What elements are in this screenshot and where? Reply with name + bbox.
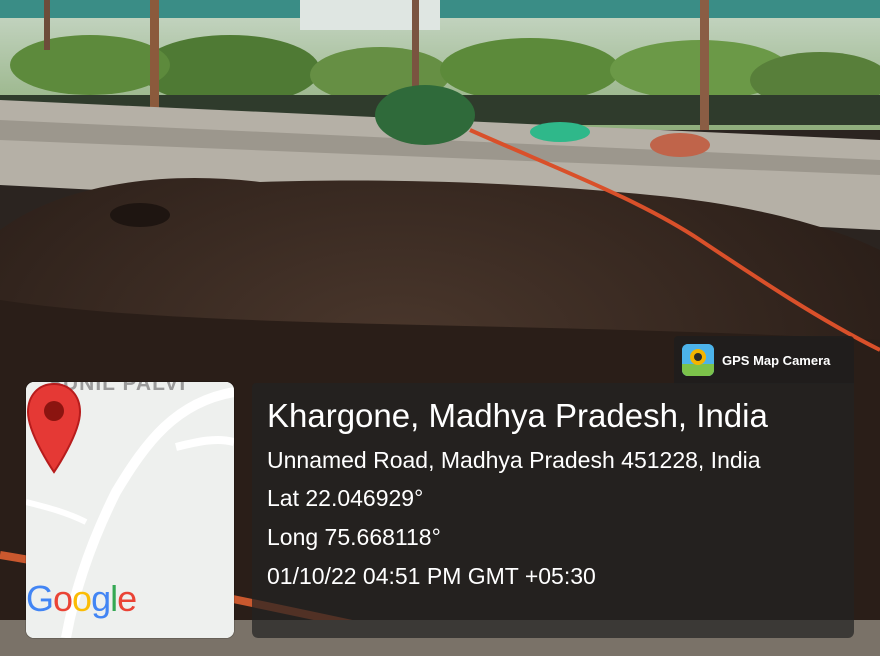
google-logo: Google bbox=[26, 578, 137, 619]
gps-map-camera-badge: GPS Map Camera bbox=[674, 336, 854, 384]
map-thumbnail[interactable]: SUNIL PALVI Google bbox=[26, 382, 234, 638]
location-latitude: Lat 22.046929° bbox=[267, 485, 424, 511]
gps-map-camera-label: GPS Map Camera bbox=[722, 352, 831, 368]
location-longitude: Long 75.668118° bbox=[267, 524, 441, 550]
location-info-panel: Khargone, Madhya Pradesh, India Unnamed … bbox=[252, 383, 854, 638]
photo-scene: SUNIL PALVI Google GPS Map Camera Khargo… bbox=[0, 0, 880, 656]
map-pin-icon bbox=[26, 382, 82, 474]
location-address: Unnamed Road, Madhya Pradesh 451228, Ind… bbox=[267, 447, 761, 473]
gps-map-camera-app-icon bbox=[682, 344, 714, 376]
location-datetime: 01/10/22 04:51 PM GMT +05:30 bbox=[267, 563, 596, 589]
location-title: Khargone, Madhya Pradesh, India bbox=[267, 397, 768, 434]
